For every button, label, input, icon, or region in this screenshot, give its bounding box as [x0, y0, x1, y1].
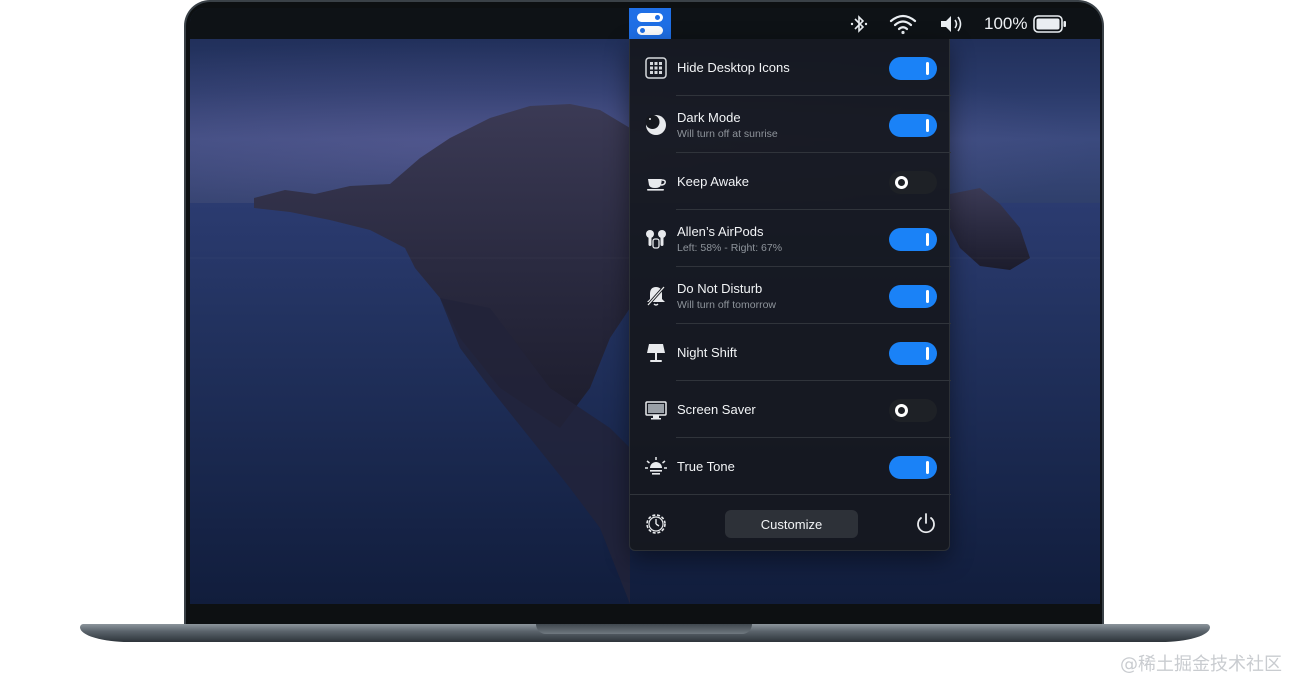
watermark-text: @稀土掘金技术社区 — [1120, 654, 1282, 675]
toggle-switch[interactable] — [889, 57, 937, 80]
row-screen-saver[interactable]: Screen Saver — [630, 381, 951, 438]
monitor-icon — [644, 398, 668, 422]
bell-slash-icon — [644, 284, 668, 308]
lamp-icon — [644, 341, 668, 365]
row-title: Dark Mode — [677, 110, 741, 125]
quick-toggles-panel: Hide Desktop Icons Dark Mode Will turn o… — [629, 39, 951, 551]
toggle-switch[interactable] — [889, 456, 937, 479]
row-subtitle: Left: 58% - Right: 67% — [677, 242, 783, 254]
bluetooth-icon[interactable] — [848, 13, 870, 35]
row-title: Screen Saver — [677, 402, 756, 417]
toggle-switch[interactable] — [889, 399, 937, 422]
row-keep-awake[interactable]: Keep Awake — [630, 153, 951, 210]
wifi-icon[interactable] — [888, 13, 918, 35]
row-title: Do Not Disturb — [677, 281, 763, 296]
airpods-icon — [644, 227, 668, 251]
toggle-switch[interactable] — [889, 114, 937, 137]
row-subtitle: Will turn off at sunrise — [677, 128, 778, 140]
panel-footer: Customize — [630, 495, 951, 551]
power-icon[interactable] — [914, 512, 938, 536]
row-subtitle: Will turn off tomorrow — [677, 299, 776, 311]
row-true-tone[interactable]: True Tone — [630, 438, 951, 495]
coffee-cup-icon — [644, 170, 668, 194]
toggles-icon[interactable] — [629, 8, 671, 39]
row-dark-mode[interactable]: Dark Mode Will turn off at sunrise — [630, 96, 951, 153]
customize-button[interactable]: Customize — [725, 510, 858, 538]
laptop-notch — [536, 624, 752, 634]
toggle-switch[interactable] — [889, 342, 937, 365]
row-night-shift[interactable]: Night Shift — [630, 324, 951, 381]
battery-icon[interactable] — [1033, 13, 1067, 35]
row-do-not-disturb[interactable]: Do Not Disturb Will turn off tomorrow — [630, 267, 951, 324]
row-hide-desktop-icons[interactable]: Hide Desktop Icons — [630, 39, 951, 96]
row-title: Night Shift — [677, 345, 737, 360]
row-title: Keep Awake — [677, 174, 750, 189]
gear-icon[interactable] — [644, 512, 668, 536]
sun-icon — [644, 455, 668, 479]
toggle-switch[interactable] — [889, 171, 937, 194]
row-title: Allen’s AirPods — [677, 224, 764, 239]
moon-icon — [644, 113, 668, 137]
row-airpods[interactable]: Allen’s AirPods Left: 58% - Right: 67% — [630, 210, 951, 267]
volume-icon[interactable] — [938, 13, 966, 35]
row-title: True Tone — [677, 459, 735, 474]
toggle-switch[interactable] — [889, 285, 937, 308]
grid-icon — [644, 56, 668, 80]
row-title: Hide Desktop Icons — [677, 60, 790, 75]
battery-percent: 100% — [984, 14, 1028, 33]
toggle-switch[interactable] — [889, 228, 937, 251]
